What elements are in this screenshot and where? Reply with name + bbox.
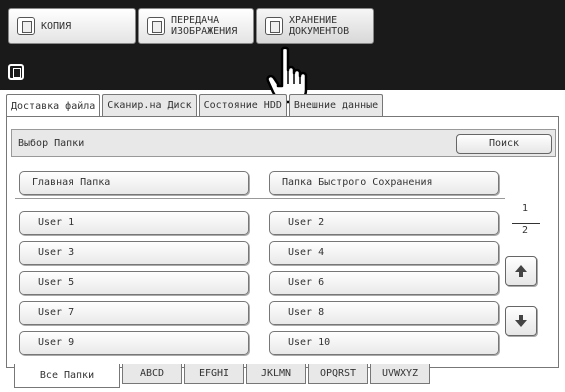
tab-scan-to-disk[interactable]: Сканир.на Диск: [102, 94, 197, 116]
user-folder-button[interactable]: User 8: [269, 301, 499, 325]
index-tab-all-folders[interactable]: Все Папки: [14, 364, 120, 388]
page-total: 2: [521, 225, 529, 236]
user-folder-button[interactable]: User 10: [269, 331, 499, 355]
index-tab-abcd[interactable]: ABCD: [122, 364, 182, 384]
folder-select-title: Выбор Папки: [18, 138, 85, 149]
arrow-down-icon: [515, 315, 527, 327]
index-tabs: Все Папки ABCD EFGHI JKLMN OPQRST UVWXYZ: [14, 364, 432, 388]
page-divider: [512, 223, 540, 224]
document-filing-mode-button[interactable]: ХРАНЕНИЕ ДОКУМЕНТОВ: [256, 8, 374, 44]
send-image-mode-button[interactable]: ПЕРЕДАЧА ИЗОБРАЖЕНИЯ: [138, 8, 254, 44]
user-folder-button[interactable]: User 4: [269, 241, 499, 265]
send-icon: [147, 17, 165, 35]
folder-panel: Выбор Папки Поиск Главная Папка Папка Бы…: [6, 116, 559, 368]
arrow-up-icon: [515, 265, 527, 277]
index-tab-uvwxyz[interactable]: UVWXYZ: [370, 364, 430, 384]
tab-hdd-status[interactable]: Состояние HDD: [198, 94, 287, 116]
scroll-up-button[interactable]: [505, 256, 537, 286]
user-folder-button[interactable]: User 9: [19, 331, 249, 355]
main-folder-button[interactable]: Главная Папка: [19, 171, 249, 195]
user-folder-button[interactable]: User 5: [19, 271, 249, 295]
user-folder-button[interactable]: User 1: [19, 211, 249, 235]
index-tab-efghi[interactable]: EFGHI: [184, 364, 244, 384]
index-tab-opqrst[interactable]: OPQRST: [308, 364, 368, 384]
tab-file-delivery[interactable]: Доставка файла: [6, 94, 101, 118]
copy-mode-button[interactable]: КОПИЯ: [8, 8, 136, 44]
search-button[interactable]: Поиск: [456, 134, 552, 154]
divider: [15, 198, 505, 199]
function-tabs: Доставка файла Сканир.на Диск Состояние …: [6, 94, 385, 118]
user-folder-button[interactable]: User 7: [19, 301, 249, 325]
store-mode-label: ХРАНЕНИЕ ДОКУМЕНТОВ: [289, 15, 350, 37]
copy-icon: [17, 17, 35, 35]
index-tab-jklmn[interactable]: JKLMN: [246, 364, 306, 384]
page-current: 1: [521, 203, 529, 214]
tab-external-data[interactable]: Внешние данные: [288, 94, 384, 116]
user-folder-button[interactable]: User 6: [269, 271, 499, 295]
copy-mode-label: КОПИЯ: [41, 20, 72, 32]
store-icon: [265, 17, 283, 35]
user-folder-button[interactable]: User 2: [269, 211, 499, 235]
quick-file-folder-button[interactable]: Папка Быстрого Сохранения: [269, 171, 499, 195]
send-mode-label: ПЕРЕДАЧА ИЗОБРАЖЕНИЯ: [171, 15, 238, 37]
user-folder-button[interactable]: User 3: [19, 241, 249, 265]
scroll-down-button[interactable]: [505, 306, 537, 336]
folder-select-bar: Выбор Папки Поиск: [11, 129, 556, 157]
document-icon: [8, 64, 24, 80]
